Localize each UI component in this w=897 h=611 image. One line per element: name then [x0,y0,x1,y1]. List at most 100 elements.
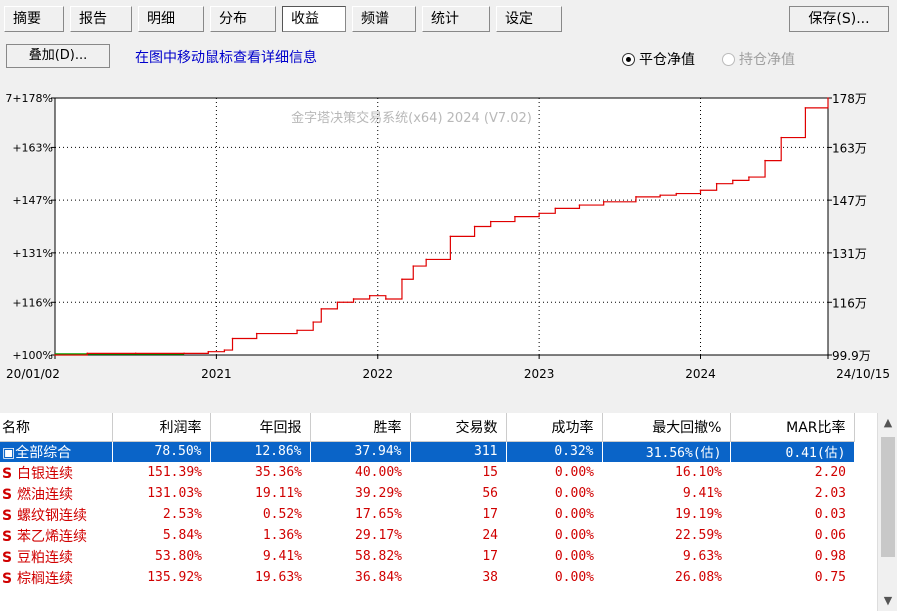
table-row[interactable]: S 螺纹钢连续 2.53% 0.52% 17.65% 17 0.00% 19.19% 0.03 [0,504,854,525]
row-name: S 白银连续 [0,462,112,483]
column-header[interactable]: 名称 [0,413,113,442]
symbol-prefix: S [2,549,17,566]
row-name: S 豆粕连续 [0,546,112,567]
equity-point [635,196,637,198]
equity-point [368,294,371,297]
table-cell: 135.92% [147,570,202,585]
equity-point [385,298,387,300]
y-right-tick-label: 178万 [832,92,867,106]
plot-area[interactable] [54,97,829,356]
toolbar: 摘要 报告 明细 分布 收益 频谱 统计 设定 [0,0,897,40]
row-name: S 棕榈连续 [0,567,112,588]
table-cell: 0.00% [554,465,594,480]
table-cell: 2.20 [814,465,846,480]
table-cell: 78.50% [112,441,211,462]
folder-icon: ▣ [2,444,16,461]
table-cell: 0.00% [554,549,594,564]
symbol-prefix: S [2,507,17,524]
table-row[interactable]: S 苯乙烯连续 5.84% 1.36% 29.17% 24 0.00% 22.59% 0.06 [0,525,854,546]
column-header[interactable]: 交易数 [410,413,507,442]
symbol-prefix: S [2,570,17,587]
scroll-thumb[interactable] [881,437,895,557]
table-scrollbar[interactable]: ▲ ▼ [877,413,897,611]
table-cell: 29.17% [355,528,402,543]
x-tick-label: 2021 [201,367,232,381]
equity-point [473,225,476,228]
table-row[interactable]: S 棕榈连续 135.92% 19.63% 36.84% 38 0.00% 26.08% 0.… [0,567,854,588]
table-cell: 151.39% [147,465,202,480]
scroll-down-icon[interactable]: ▼ [878,591,897,611]
table-row[interactable]: S 白银连续 151.39% 35.36% 40.00% 15 0.00% 16.10% 2.… [0,462,854,483]
table-cell: 131.03% [147,486,202,501]
table-cell: 0.32% [506,441,603,462]
column-header[interactable]: 最大回撤% [602,413,731,442]
table-row[interactable]: S 燃油连续 131.03% 19.11% 39.29% 56 0.00% 9.41% 2.0… [0,483,854,504]
equity-chart-svg[interactable]: 金字塔决策交易系统(x64) 2024 (V7.02) 7+178% 178万 +16… [0,80,897,400]
equity-point [223,349,226,351]
symbol-prefix: S [2,486,17,503]
table-cell: 2.03 [814,486,846,501]
column-header[interactable]: MAR比率 [730,413,855,442]
tab-6[interactable]: 统计 [422,6,490,32]
equity-point [602,200,605,203]
table-row[interactable]: ▣全部综合 78.50% 12.86% 37.94% 311 0.32% 31.56%(估)… [0,441,855,462]
y-right-tick-label: 163万 [832,141,867,155]
row-name: S 燃油连续 [0,483,112,504]
tab-4[interactable]: 收益 [282,6,346,32]
column-header[interactable]: 胜率 [310,413,411,442]
scroll-up-icon[interactable]: ▲ [878,413,897,433]
tab-1[interactable]: 报告 [70,6,132,32]
equity-point [514,215,516,218]
overlay-button[interactable]: 叠加(D)... [6,44,110,68]
sub-toolbar: 叠加(D)... 在图中移动鼠标查看详细信息 平仓净值 持仓净值 [0,40,897,74]
table-row[interactable]: S 豆粕连续 53.80% 9.41% 58.82% 17 0.00% 9.63% 0.98 [0,546,854,567]
radio-hold-equity[interactable]: 持仓净值 [722,49,795,69]
table-cell: 58.82% [355,549,402,564]
equity-point [255,332,258,335]
radio-close-equity[interactable]: 平仓净值 [622,49,695,69]
tab-7[interactable]: 设定 [496,6,562,32]
results-table-grid: 名称 利润率 年回报 胜率 交易数 成功率 最大回撤% MAR比率 ▣全部综合 78.50% 12… [0,413,855,588]
table-cell: 39.29% [355,486,402,501]
table-cell: 19.11% [255,486,302,501]
table-cell: 0.41(估) [730,441,855,462]
tab-3[interactable]: 分布 [210,6,276,32]
table-cell: 0.52% [262,507,302,522]
equity-point [352,298,355,300]
equity-chart[interactable]: 金字塔决策交易系统(x64) 2024 (V7.02) 7+178% 178万 +16… [0,80,897,400]
y-left-tick-label: 7+178% [5,92,53,105]
table-cell: 2.53% [162,507,202,522]
row-name: ▣全部综合 [0,441,113,462]
equity-point [489,220,492,223]
table-cell: 31.56%(估) [602,441,731,462]
column-header[interactable]: 成功率 [506,413,603,442]
equity-point [312,321,315,323]
save-button[interactable]: 保存(S)... [789,6,889,32]
equity-point [748,176,750,178]
tab-0[interactable]: 摘要 [4,6,64,32]
table-cell: 15 [482,465,498,480]
table-cell: 1.36% [262,528,302,543]
table-cell: 35.36% [255,465,302,480]
results-table: 名称 利润率 年回报 胜率 交易数 成功率 最大回撤% MAR比率 ▣全部综合 78.50% 12… [0,413,897,611]
equity-point [731,179,734,182]
table-cell: 26.08% [675,570,722,585]
table-cell: 38 [482,570,498,585]
table-cell: 9.63% [682,549,722,564]
row-name-label: 燃油连续 [16,486,73,503]
column-header[interactable]: 利润率 [112,413,211,442]
equity-point [827,97,829,99]
y-right-tick-label: 99.9万 [832,349,871,363]
tab-5[interactable]: 频谱 [352,6,416,32]
column-header[interactable]: 年回报 [210,413,311,442]
table-cell: 0.06 [814,528,846,543]
table-cell: 9.41% [682,486,722,501]
row-name: S 螺纹钢连续 [0,504,112,525]
table-cell: 0.00% [554,507,594,522]
equity-point [538,212,540,215]
equity-point [554,207,557,210]
table-cell: 16.10% [675,465,722,480]
symbol-prefix: S [2,465,17,482]
chart-watermark: 金字塔决策交易系统(x64) 2024 (V7.02) [291,110,532,126]
tab-2[interactable]: 明细 [138,6,204,32]
